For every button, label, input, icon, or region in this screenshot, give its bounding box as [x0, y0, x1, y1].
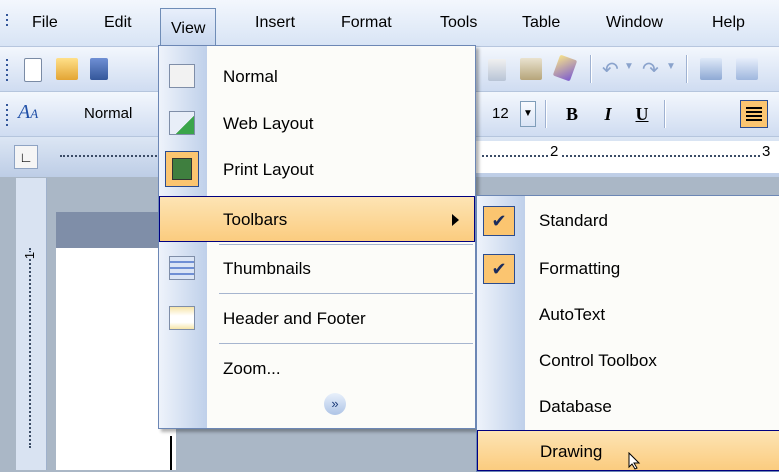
tab-selector-icon[interactable]: ∟	[14, 145, 38, 169]
align-left-button[interactable]	[740, 100, 768, 128]
text-cursor	[170, 436, 172, 470]
ruler-ticks	[482, 155, 772, 161]
submenu-item-label: Standard	[539, 211, 608, 230]
menu-table[interactable]: Table	[514, 10, 568, 36]
ruler-mark-3: 3	[760, 143, 773, 160]
view-menu: Normal Web Layout Print Layout Toolbars …	[158, 45, 476, 429]
view-menu-item-label: Header and Footer	[223, 309, 366, 328]
submenu-item-autotext[interactable]: AutoText	[477, 292, 779, 338]
view-menu-item-header-footer[interactable]: Header and Footer	[159, 296, 475, 342]
submenu-item-control-toolbox[interactable]: Control Toolbox	[477, 338, 779, 384]
view-menu-item-toolbars[interactable]: Toolbars	[159, 196, 475, 242]
view-menu-item-label: Web Layout	[223, 114, 314, 133]
mouse-pointer-icon	[628, 452, 641, 470]
submenu-arrow-icon	[452, 214, 459, 226]
new-document-icon[interactable]	[24, 58, 42, 82]
view-menu-item-zoom[interactable]: Zoom...	[159, 346, 475, 392]
copy-icon[interactable]	[488, 59, 506, 81]
print-layout-page-icon	[172, 158, 192, 180]
submenu-item-label: Formatting	[539, 259, 621, 278]
menu-insert[interactable]: Insert	[247, 10, 303, 36]
paste-icon[interactable]	[520, 58, 542, 80]
submenu-item-database[interactable]: Database	[477, 384, 779, 430]
submenu-item-label: Control Toolbox	[539, 351, 657, 370]
save-icon[interactable]	[90, 58, 108, 80]
style-combo[interactable]: Normal	[78, 101, 162, 127]
tables-borders-icon[interactable]	[736, 58, 758, 80]
menu-tools[interactable]: Tools	[432, 10, 485, 36]
view-menu-item-print-layout[interactable]: Print Layout	[159, 147, 475, 193]
underline-button[interactable]: U	[630, 101, 654, 127]
font-size-dropdown-icon[interactable]: ▼	[520, 101, 536, 127]
view-menu-item-normal[interactable]: Normal	[159, 54, 475, 100]
open-folder-icon[interactable]	[56, 58, 78, 80]
menu-view[interactable]: View	[160, 8, 217, 47]
view-menu-item-label: Normal	[223, 67, 278, 86]
menu-help[interactable]: Help	[704, 10, 753, 36]
format-painter-icon[interactable]	[552, 54, 578, 82]
vertical-ruler-mark: 1	[22, 251, 38, 260]
toolbar-separator	[686, 55, 687, 83]
view-menu-item-label: Toolbars	[223, 210, 288, 229]
menu-separator	[219, 244, 473, 245]
menu-separator	[219, 293, 473, 294]
undo-icon[interactable]: ↶	[602, 57, 619, 82]
thumbnails-icon	[169, 256, 195, 280]
toolbar-separator	[545, 100, 546, 128]
ruler-ticks	[60, 155, 160, 161]
vertical-ruler[interactable]: 1	[16, 178, 47, 470]
toolbar-grip[interactable]	[6, 59, 10, 84]
web-layout-icon	[169, 111, 195, 135]
menu-separator	[219, 343, 473, 344]
expand-menu-chevron-icon[interactable]: »	[324, 393, 346, 415]
menu-format[interactable]: Format	[333, 10, 400, 36]
italic-button[interactable]: I	[596, 101, 620, 127]
print-layout-icon	[165, 151, 199, 187]
toolbar-separator	[590, 55, 591, 83]
toolbar-grip[interactable]	[6, 104, 10, 129]
menu-window[interactable]: Window	[598, 10, 671, 36]
menu-file[interactable]: File	[24, 10, 66, 36]
toolbars-submenu: ✔ Standard ✔ Formatting AutoText Control…	[476, 195, 779, 472]
align-left-icon	[746, 107, 762, 109]
checkmark-icon: ✔	[483, 254, 515, 284]
submenu-item-label: AutoText	[539, 305, 606, 324]
bold-button[interactable]: B	[560, 101, 584, 127]
submenu-item-label: Database	[539, 397, 612, 416]
submenu-item-label: Drawing	[540, 442, 603, 461]
checkmark-icon: ✔	[483, 206, 515, 236]
vertical-ruler-ticks	[29, 248, 35, 448]
redo-dropdown-icon[interactable]: ▼	[666, 61, 676, 72]
menu-edit[interactable]: Edit	[96, 10, 140, 36]
header-footer-icon	[169, 306, 195, 330]
menu-bar: File Edit Insert Format Tools Table Wind…	[0, 0, 779, 47]
font-size-combo[interactable]: 12	[486, 101, 520, 127]
view-menu-item-thumbnails[interactable]: Thumbnails	[159, 246, 475, 292]
normal-view-icon	[169, 64, 195, 88]
view-menu-item-label: Zoom...	[223, 359, 281, 378]
ruler-mark-2: 2	[548, 143, 561, 160]
view-menu-item-label: Thumbnails	[223, 259, 311, 278]
hyperlink-icon[interactable]	[700, 58, 722, 80]
view-menu-item-label: Print Layout	[223, 160, 314, 179]
redo-icon[interactable]: ↷	[642, 57, 659, 82]
menubar-grip[interactable]	[6, 14, 10, 29]
undo-dropdown-icon[interactable]: ▼	[624, 61, 634, 72]
submenu-item-formatting[interactable]: ✔ Formatting	[477, 246, 779, 292]
view-menu-item-web-layout[interactable]: Web Layout	[159, 101, 475, 147]
submenu-item-standard[interactable]: ✔ Standard	[477, 198, 779, 244]
styles-formatting-icon[interactable]: AA	[18, 101, 38, 124]
toolbar-separator	[664, 100, 665, 128]
